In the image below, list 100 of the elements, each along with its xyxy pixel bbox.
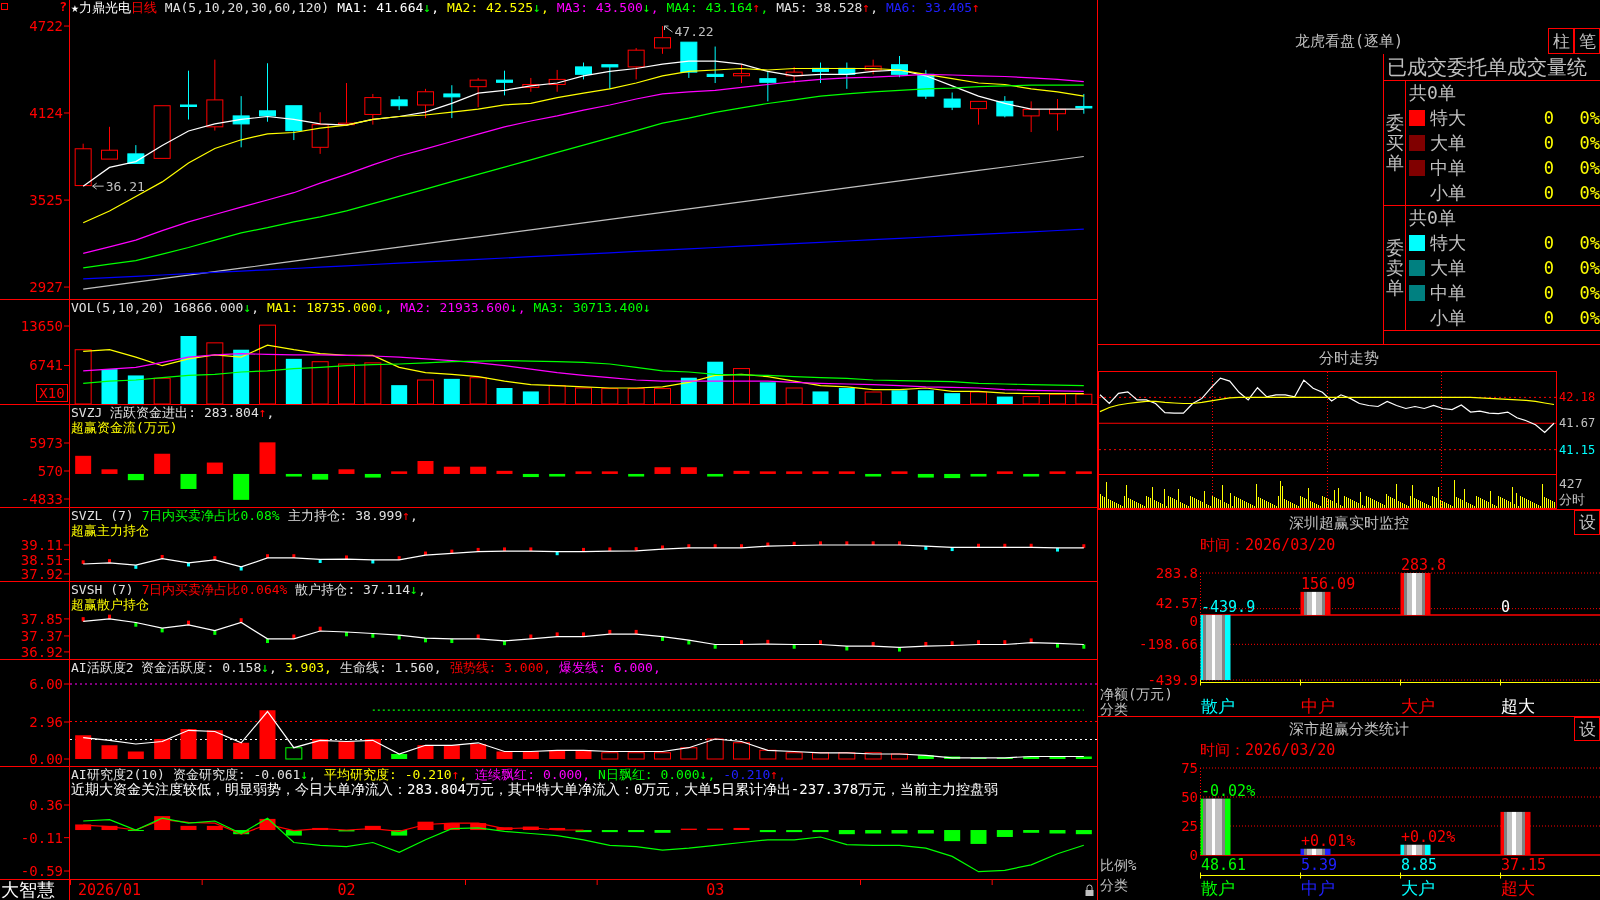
category-label: 中户 (1301, 878, 1335, 898)
indicator-name: VOL(5,10,20) (71, 300, 165, 315)
category-label: 散户 (1201, 696, 1235, 716)
category-label: 中户 (1301, 696, 1335, 716)
change-percent-label: +0.02% (1401, 827, 1456, 846)
indicator-value: 爆发线: 6.000, (559, 660, 661, 675)
axis-tick-label: 2927 (29, 279, 63, 296)
chart-subtitle: 时间：2026/03/20 (1200, 536, 1336, 554)
axis-tick-label: 0 (1189, 613, 1198, 630)
axis-tick-label: 41.15 (1559, 442, 1596, 457)
category-label: 超大 (1501, 878, 1535, 898)
indicator-value: -0.210↑, (723, 767, 786, 782)
indicator-value: 主力持仓: 38.999↑, (287, 508, 418, 523)
axis-tick-label: 41.67 (1559, 416, 1596, 431)
period-label: 日线 (130, 0, 157, 15)
order-percent: 0% (1579, 182, 1600, 203)
bar-value-label: 5.39 (1301, 856, 1338, 874)
bar-value-label: 48.61 (1201, 856, 1247, 874)
order-percent: 0% (1579, 107, 1600, 128)
axis-tick-label: 283.8 (1155, 565, 1198, 581)
axis-tick-label: -198.66 (1139, 636, 1198, 653)
axis-tick-label: 0 (1189, 847, 1198, 863)
axis-tick-label: 37.85 (20, 612, 63, 627)
chart-title: 分时走势 (1319, 349, 1379, 367)
order-size-label: 特大 (1430, 107, 1466, 128)
axis-tick-label: 4722 (29, 18, 63, 35)
x-axis-label: 分类 (1100, 877, 1128, 893)
indicator-value: 强势线: 3.000, (449, 660, 552, 675)
axis-tick-label: 13650 (20, 318, 63, 334)
indicator-value: MA3: 43.500↓, (556, 0, 659, 15)
analysis-comment: 近期大资金关注度较低，明显弱势，今日大单净流入：283.804万元，其中特大单净流入：0万元，大单5日累计净出-237.378万元，当前主力控盘弱 (71, 782, 999, 797)
order-percent: 0% (1579, 232, 1600, 253)
indicator-name: SVZL (7) (71, 508, 134, 523)
axis-tick-label: 4124 (29, 105, 63, 121)
axis-tick-label: 3525 (29, 192, 63, 209)
bar-value-label: -439.9 (1201, 597, 1256, 616)
category-label: 散户 (1201, 878, 1235, 898)
order-side-label: 委卖单 (1385, 238, 1404, 298)
x-axis-label: 分类 (1100, 701, 1128, 716)
order-count: 0 (1543, 132, 1554, 153)
indicator-value: 生命线: 1.560, (339, 660, 442, 675)
order-size-label: 大单 (1430, 257, 1466, 278)
axis-tick-label: 37.37 (20, 627, 63, 644)
category-label: 大户 (1401, 878, 1435, 898)
axis-tick-label: 39.11 (20, 538, 63, 553)
order-total: 共0单 (1409, 83, 1456, 103)
order-count: 0 (1543, 107, 1554, 128)
order-count: 0 (1543, 182, 1554, 203)
order-count: 0 (1543, 282, 1554, 303)
chart-title: 深圳超赢实时监控 (1289, 513, 1409, 532)
indicator-value: 活跃资金进出: 283.804↑, (110, 405, 275, 420)
order-size-label: 中单 (1430, 282, 1466, 303)
indicator-value: MA5: 38.528↑, (776, 0, 878, 15)
indicator-value: MA1: 18735.000↓, (267, 300, 393, 315)
chart-subtitle: 时间：2026/03/20 (1200, 741, 1336, 759)
indicator-value: 3.903, (284, 660, 332, 675)
indicator-value: MA4: 43.164↑, (666, 0, 769, 15)
indicator-value: MA3: 30713.400↓ (533, 300, 651, 315)
order-count: 0 (1543, 257, 1554, 278)
y-axis-label: 净额(万元) (1100, 686, 1173, 702)
order-percent: 0% (1579, 157, 1600, 178)
change-percent-label: -0.02% (1201, 781, 1256, 800)
order-total: 共0单 (1409, 208, 1456, 228)
indicator-name: SVSH (7) (71, 582, 134, 597)
indicator-value: 连续飘红: 0.000, (475, 767, 590, 782)
indicator-value: MA1: 41.664↓, (337, 0, 439, 15)
change-percent-label: +0.01% (1301, 831, 1356, 850)
axis-tick-label: -439.9 (1147, 672, 1198, 688)
indicator-value: 平均研究度: -0.210↑, (324, 767, 468, 782)
price-annotation: 47.22 (674, 23, 714, 39)
indicator-subtitle: 超赢资金流(万元) (71, 420, 178, 435)
indicator-value: MA2: 42.525↓, (446, 0, 549, 15)
table-title: 已成交委托单成交量统 (1387, 55, 1587, 79)
axis-tick-label: 6741 (29, 357, 63, 374)
app-name: 大智慧 (1, 880, 55, 900)
axis-tick-label: 6.00 (29, 676, 63, 692)
order-count: 0 (1543, 307, 1554, 328)
price-annotation: 36.21 (105, 178, 145, 194)
chart-title: 深市超赢分类统计 (1289, 720, 1409, 738)
axis-tick-label: 570 (37, 463, 63, 479)
indicator-name: AI研究度2(10) (71, 767, 165, 782)
indicator-value: N日飘红: 0.000↓, (598, 767, 716, 782)
axis-tick-label: 42.18 (1559, 390, 1596, 405)
date-axis-label: 03 (706, 881, 725, 899)
category-label: 大户 (1401, 696, 1435, 716)
indicator-name: SVZJ (71, 405, 103, 420)
axis-tick-label: 0.00 (29, 751, 63, 766)
indicator-value: MA2: 21933.600↓, (400, 300, 526, 315)
order-percent: 0% (1579, 257, 1600, 278)
order-percent: 0% (1579, 307, 1600, 328)
indicator-name: MA(5,10,20,30,60,120) (164, 0, 330, 15)
axis-tick-label: 50 (1181, 789, 1198, 805)
order-size-label: 大单 (1430, 132, 1466, 153)
stock-name: ★力鼎光电 (71, 0, 131, 15)
axis-tick-label: 5973 (29, 435, 63, 451)
date-axis-label: 02 (337, 881, 356, 899)
indicator-subtitle: 超赢主力持仓 (71, 523, 149, 538)
axis-tick-label: 25 (1181, 818, 1198, 834)
axis-tick-label: -4833 (20, 491, 63, 507)
axis-tick-label: 37.92 (20, 565, 63, 581)
